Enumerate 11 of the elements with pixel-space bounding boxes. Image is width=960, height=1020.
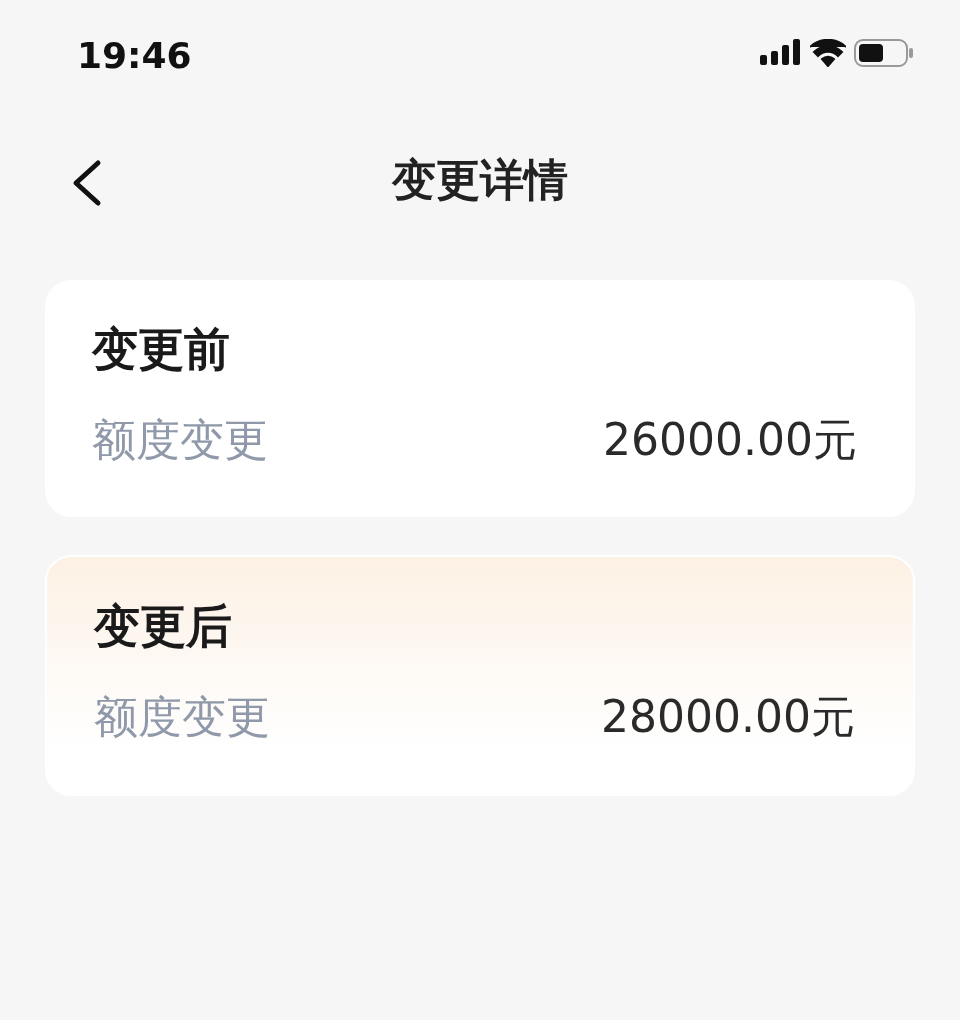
field-value: 26000.00元 — [603, 413, 857, 468]
page-title: 变更详情 — [392, 153, 568, 207]
field-label: 额度变更 — [92, 413, 268, 468]
status-time: 19:46 — [77, 38, 192, 74]
wifi-icon — [810, 39, 846, 67]
card-title: 变更前 — [92, 322, 231, 378]
card-title: 变更后 — [94, 599, 233, 655]
battery-icon — [854, 38, 914, 68]
field-label: 额度变更 — [94, 690, 270, 745]
signal-icon — [760, 39, 802, 67]
field-value: 28000.00元 — [601, 690, 855, 745]
